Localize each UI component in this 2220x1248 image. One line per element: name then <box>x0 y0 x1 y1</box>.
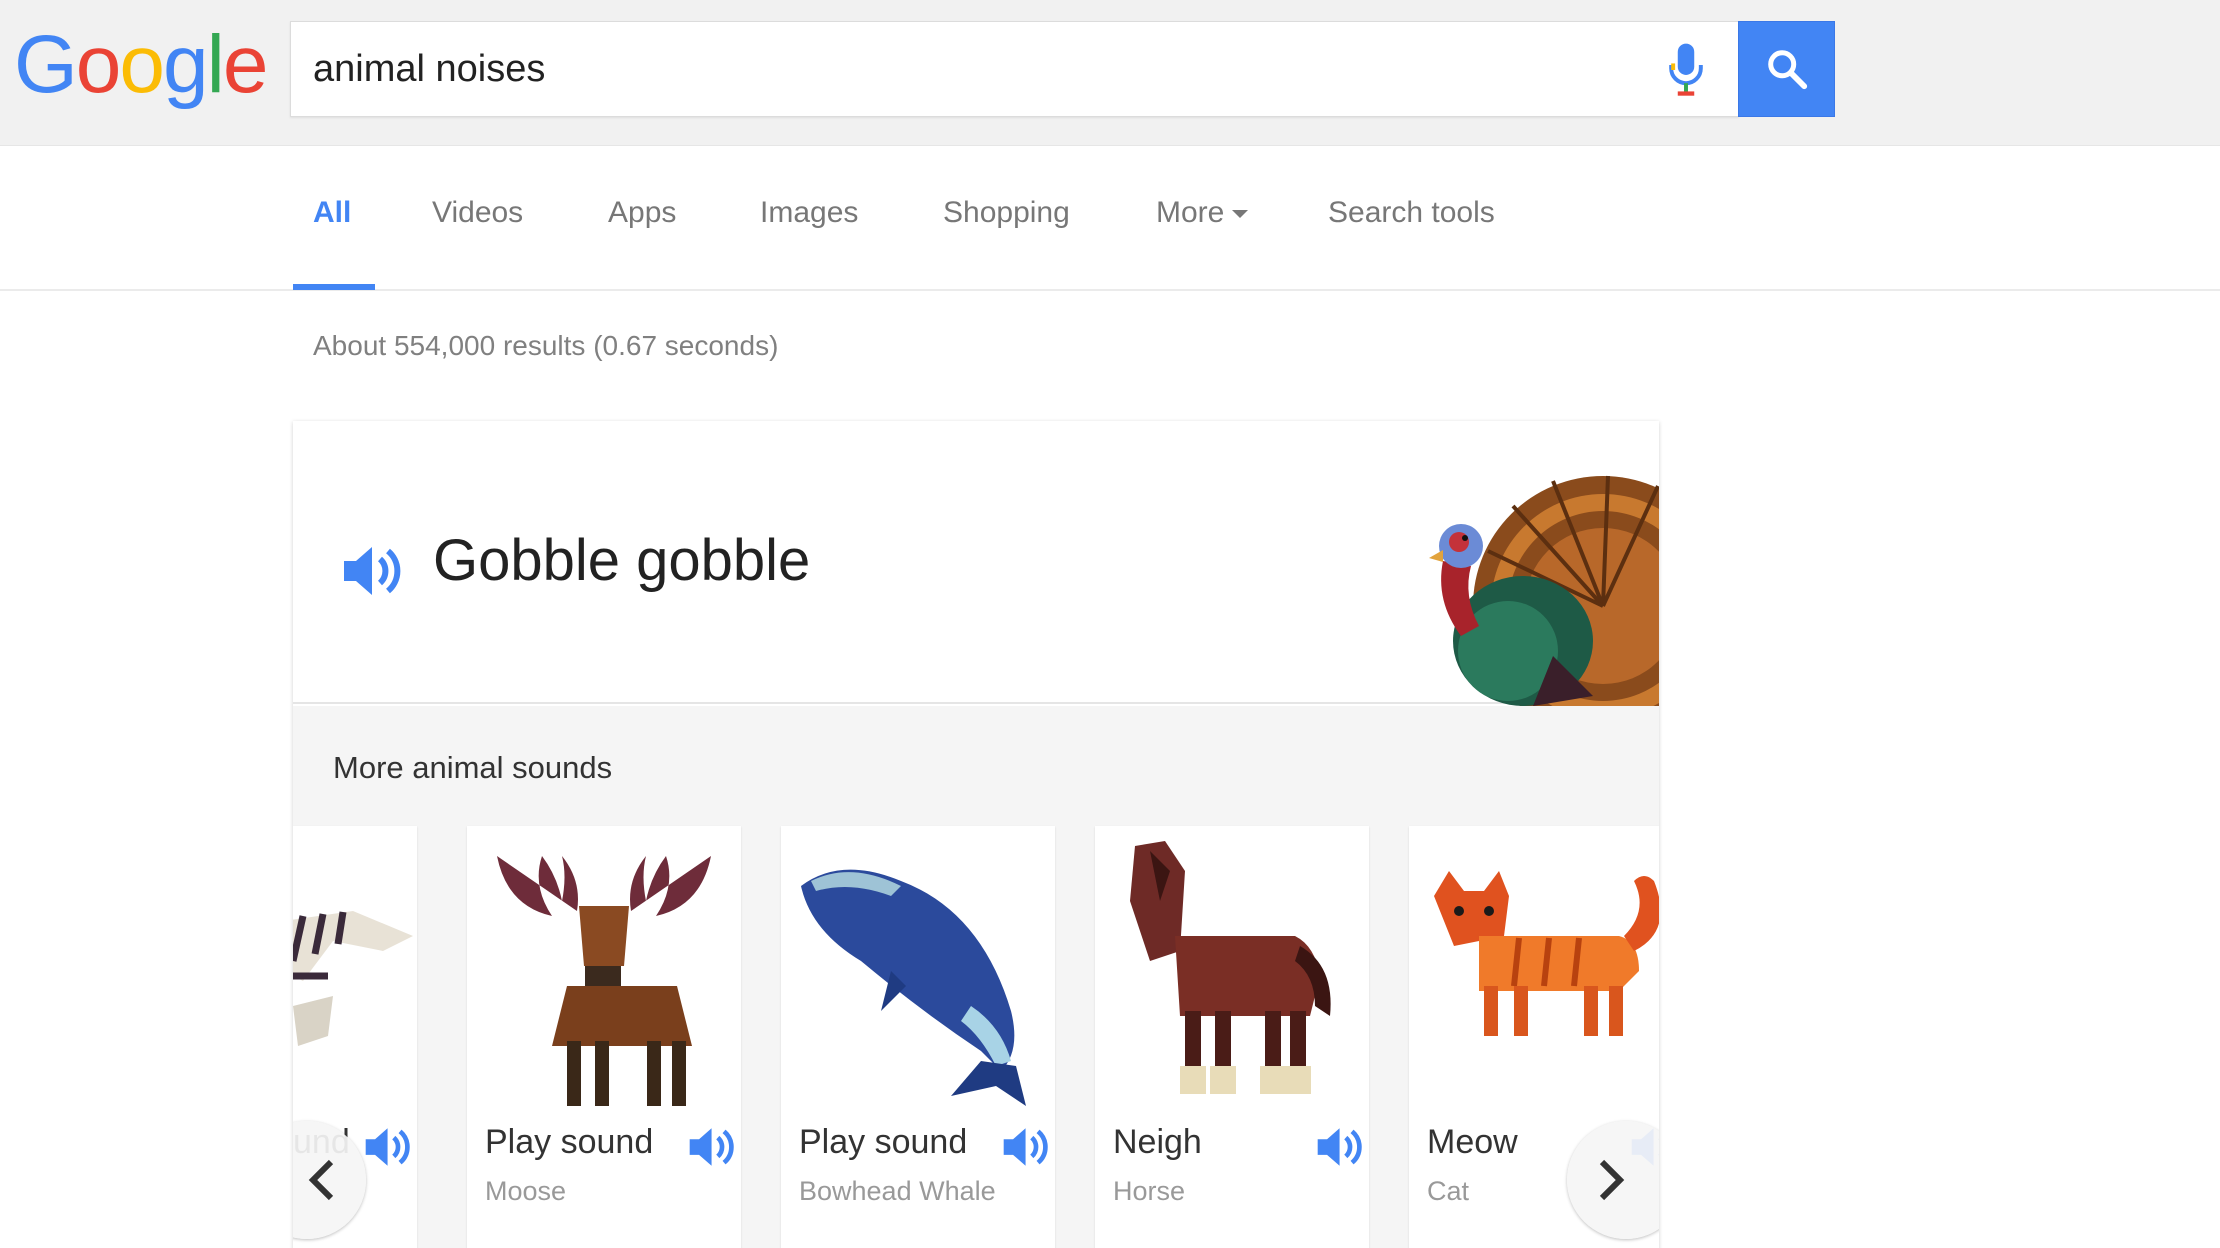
animal-name: Bowhead Whale <box>799 1176 996 1206</box>
search-input[interactable] <box>313 22 1613 116</box>
chevron-right-icon <box>1599 1159 1625 1201</box>
tab-search-tools[interactable]: Search tools <box>1328 196 1495 230</box>
tab-shopping[interactable]: Shopping <box>943 196 1070 230</box>
search-box <box>290 21 1739 117</box>
animal-name: Cat <box>1427 1176 1470 1206</box>
horse-illustration <box>1130 841 1331 1094</box>
animal-sound-label: Neigh <box>1113 1123 1202 1161</box>
turkey-illustration <box>1429 475 1659 706</box>
animal-sound-label: Meow <box>1427 1123 1518 1161</box>
more-sounds-title: More animal sounds <box>333 750 613 785</box>
tab-apps[interactable]: Apps <box>608 196 676 230</box>
animal-name: Moose <box>485 1176 567 1206</box>
logo-letter: o <box>75 19 122 110</box>
tab-images[interactable]: Images <box>760 196 858 230</box>
logo-letter: G <box>14 19 78 110</box>
animal-sound-card[interactable]: Play sound Moose <box>467 826 741 1248</box>
google-logo[interactable]: Google <box>14 19 269 110</box>
animal-sound-card[interactable]: Play sound Bowhead Whale <box>781 826 1055 1248</box>
tab-more-label: More <box>1156 196 1225 229</box>
more-animal-sounds: More animal sounds und <box>293 706 1659 1248</box>
tab-all[interactable]: All <box>313 196 351 230</box>
moose-illustration <box>497 856 711 1106</box>
animal-sound-label: Play sound <box>485 1123 654 1161</box>
logo-letter: g <box>163 19 209 110</box>
whale-illustration <box>801 869 1026 1106</box>
speaker-icon[interactable] <box>338 539 402 603</box>
logo-letter: o <box>119 19 165 110</box>
speaker-icon[interactable] <box>361 1122 411 1172</box>
cat-illustration <box>1434 871 1659 1036</box>
search-tabs: All Videos Apps Images Shopping More Sea… <box>0 146 2220 291</box>
microphone-icon[interactable] <box>1666 42 1706 98</box>
caret-down-icon <box>1232 210 1249 219</box>
speaker-icon[interactable] <box>1313 1122 1363 1172</box>
featured-sound: Gobble gobble <box>293 421 1659 706</box>
speaker-icon[interactable] <box>685 1122 735 1172</box>
logo-letter: l <box>206 19 225 110</box>
animal-sound-card[interactable]: Neigh Horse <box>1095 826 1369 1248</box>
animal-name: Horse <box>1113 1176 1186 1206</box>
zebra-illustration <box>293 911 413 1046</box>
search-button[interactable] <box>1738 21 1835 117</box>
featured-sound-title: Gobble gobble <box>433 528 811 593</box>
speaker-icon[interactable] <box>999 1122 1049 1172</box>
search-header: Google <box>0 0 2220 146</box>
logo-letter: e <box>222 19 269 110</box>
chevron-left-icon <box>308 1159 334 1201</box>
animal-sounds-card: Gobble gobble More animal sounds Play so… <box>293 421 1659 1248</box>
magnifier-icon <box>1767 50 1807 90</box>
tab-more[interactable]: More <box>1156 196 1249 230</box>
animal-sound-label: Play sound <box>799 1123 968 1161</box>
result-stats: About 554,000 results (0.67 seconds) <box>313 330 779 361</box>
tab-videos[interactable]: Videos <box>432 196 523 230</box>
active-tab-indicator <box>293 284 375 290</box>
